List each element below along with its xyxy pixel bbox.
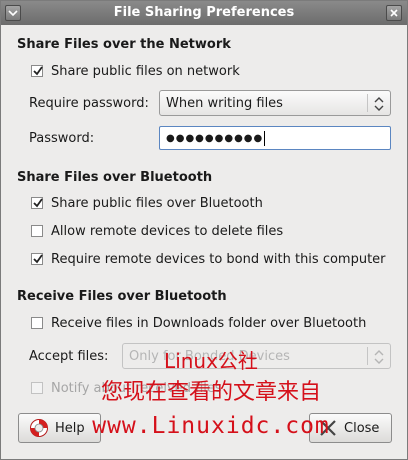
receive-files-checkbox[interactable] <box>31 317 43 329</box>
notify-checkbox-row[interactable]: Notify about received files <box>31 379 222 397</box>
combo-separator <box>367 347 368 365</box>
help-button-label: Help <box>55 420 85 436</box>
share-public-files-checkbox[interactable] <box>31 65 43 77</box>
close-icon <box>390 9 398 17</box>
preferences-window: File Sharing Preferences Share Files ove… <box>0 0 408 460</box>
require-bond-checkbox-row[interactable]: Require remote devices to bond with this… <box>31 250 386 268</box>
notify-label: Notify about received files <box>51 380 222 396</box>
title-bar[interactable]: File Sharing Preferences <box>1 1 407 25</box>
receive-files-checkbox-row[interactable]: Receive files in Downloads folder over B… <box>31 314 366 332</box>
help-button[interactable]: Help <box>18 413 101 443</box>
require-bond-label: Require remote devices to bond with this… <box>51 251 386 267</box>
combo-separator <box>367 94 368 112</box>
combo-arrows-icon <box>374 97 384 111</box>
allow-delete-label: Allow remote devices to delete files <box>51 223 284 239</box>
require-password-value: When writing files <box>166 95 283 111</box>
network-section-title: Share Files over the Network <box>17 37 231 52</box>
notify-checkbox[interactable] <box>31 382 43 394</box>
share-over-bluetooth-label: Share public files over Bluetooth <box>51 195 263 211</box>
accept-files-label: Accept files: <box>29 348 109 364</box>
accept-files-combo[interactable]: Only for Bonded Devices <box>122 343 391 369</box>
allow-delete-checkbox-row[interactable]: Allow remote devices to delete files <box>31 222 283 240</box>
close-button[interactable]: Close <box>309 413 392 443</box>
close-button-label: Close <box>344 420 380 436</box>
checkmark-icon <box>33 198 43 208</box>
password-label: Password: <box>29 130 95 146</box>
allow-delete-checkbox[interactable] <box>31 225 43 237</box>
checkmark-icon <box>33 66 43 76</box>
close-icon <box>318 418 338 438</box>
password-input[interactable]: ●●●●●●●●●● <box>159 126 391 150</box>
share-over-bluetooth-checkbox[interactable] <box>31 197 43 209</box>
checkmark-icon <box>33 254 43 264</box>
bluetooth-share-section-title: Share Files over Bluetooth <box>17 170 213 185</box>
accept-files-value: Only for Bonded Devices <box>129 348 290 364</box>
require-bond-checkbox[interactable] <box>31 253 43 265</box>
share-over-bluetooth-checkbox-row[interactable]: Share public files over Bluetooth <box>31 194 263 212</box>
window-close-button[interactable] <box>386 5 402 21</box>
receive-files-label: Receive files in Downloads folder over B… <box>51 315 367 331</box>
text-cursor <box>264 130 266 146</box>
require-password-combo[interactable]: When writing files <box>159 90 391 116</box>
password-value: ●●●●●●●●●● <box>166 132 264 144</box>
lifebuoy-icon <box>29 418 49 438</box>
combo-arrows-icon <box>374 350 384 364</box>
share-public-files-label: Share public files on network <box>51 63 240 79</box>
share-public-files-checkbox-row[interactable]: Share public files on network <box>31 62 240 80</box>
window-title: File Sharing Preferences <box>113 5 295 20</box>
require-password-label: Require password: <box>29 95 149 111</box>
bluetooth-receive-section-title: Receive Files over Bluetooth <box>17 289 227 304</box>
